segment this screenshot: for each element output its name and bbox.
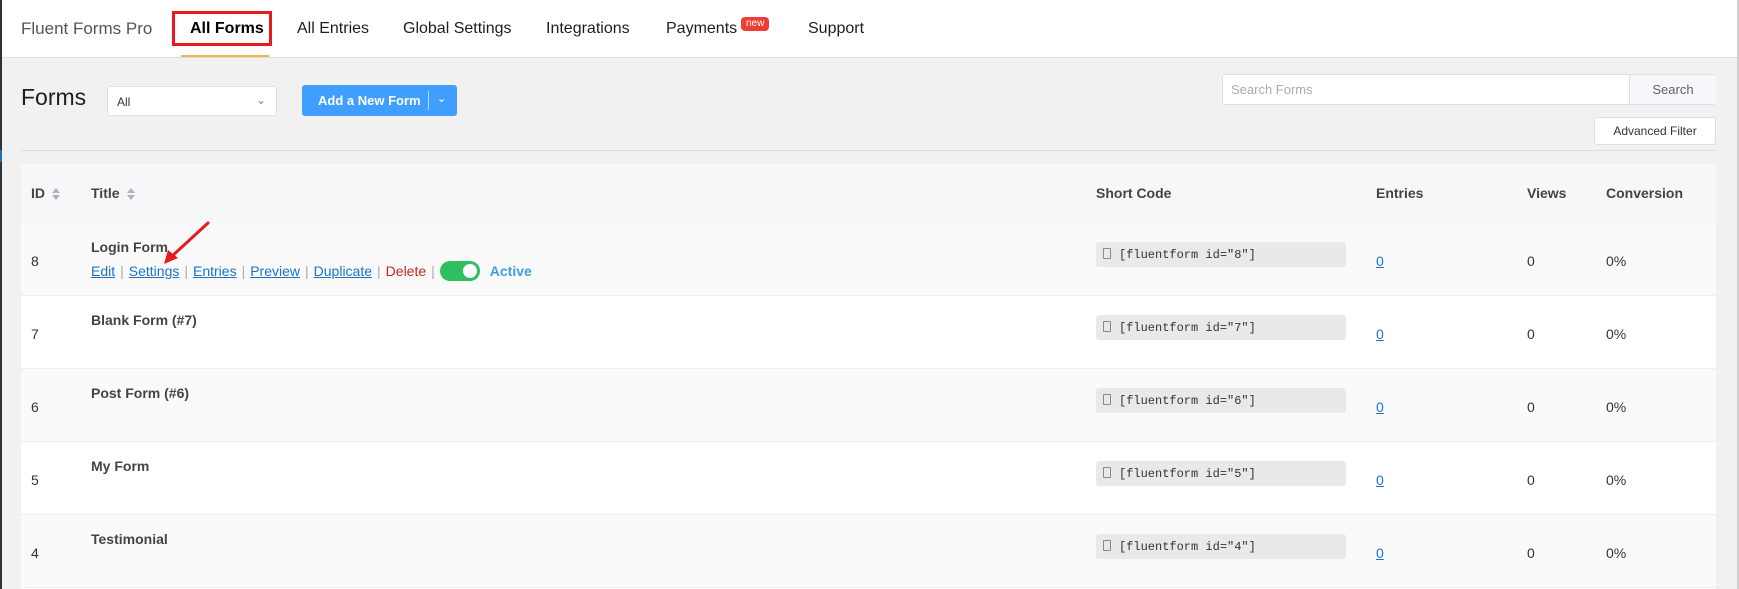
form-id: 6: [31, 399, 39, 415]
settings-link[interactable]: Settings: [129, 263, 180, 279]
divider: [21, 150, 1716, 151]
shortcode-chip[interactable]: [fluentform id="8"]: [1096, 242, 1346, 267]
table-row: 6 Post Form (#6) [fluentform id="6"] 0 0…: [21, 369, 1716, 442]
column-header-entries: Entries: [1376, 185, 1424, 201]
conversion-rate: 0%: [1606, 326, 1627, 342]
form-id: 4: [31, 545, 39, 561]
status-toggle[interactable]: [439, 260, 480, 281]
column-header-views: Views: [1527, 185, 1567, 201]
views-count: 0: [1527, 399, 1535, 415]
entries-link[interactable]: Entries: [193, 263, 237, 279]
brand-label: Fluent Forms Pro: [21, 19, 153, 38]
column-header-id[interactable]: ID: [31, 185, 61, 201]
table-header: ID Title Short Code Entries Views Conver…: [21, 164, 1716, 224]
conversion-rate: 0%: [1606, 399, 1627, 415]
document-icon: [1103, 394, 1111, 405]
table-row: 8 Login Form Edit | Settings | Entries | Previ…: [21, 223, 1716, 296]
active-tab-indicator: [181, 55, 269, 57]
search-box: Search: [1222, 74, 1716, 105]
entries-count-link[interactable]: 0: [1376, 545, 1384, 561]
shortcode-chip[interactable]: [fluentform id="4"]: [1096, 534, 1346, 559]
entries-count-link[interactable]: 0: [1376, 399, 1384, 415]
table-row: 5 My Form [fluentform id="5"] 0 0 0%: [21, 442, 1716, 515]
duplicate-link[interactable]: Duplicate: [314, 263, 372, 279]
sort-icon[interactable]: [52, 187, 61, 201]
form-id: 8: [31, 253, 39, 269]
form-id: 7: [31, 326, 39, 342]
views-count: 0: [1527, 253, 1535, 269]
conversion-rate: 0%: [1606, 253, 1627, 269]
views-count: 0: [1527, 472, 1535, 488]
preview-link[interactable]: Preview: [250, 263, 300, 279]
conversion-rate: 0%: [1606, 472, 1627, 488]
advanced-filter-button[interactable]: Advanced Filter: [1594, 117, 1716, 145]
status-filter-select[interactable]: All ⌄: [107, 86, 277, 116]
highlight-box: [172, 11, 272, 46]
shortcode-chip[interactable]: [fluentform id="7"]: [1096, 315, 1346, 340]
page-title: Forms: [21, 84, 87, 110]
add-new-form-button[interactable]: Add a New Form ⌄: [302, 85, 457, 116]
form-title[interactable]: Login Form: [91, 239, 168, 255]
top-nav: Fluent Forms Pro All Forms All Entries G…: [2, 0, 1737, 58]
form-title[interactable]: My Form: [91, 458, 149, 474]
annotation-arrow-icon: [164, 221, 210, 264]
form-title[interactable]: Testimonial: [91, 531, 168, 547]
document-icon: [1103, 540, 1111, 551]
views-count: 0: [1527, 326, 1535, 342]
delete-link[interactable]: Delete: [386, 263, 426, 279]
edit-link[interactable]: Edit: [91, 263, 115, 279]
forms-table: ID Title Short Code Entries Views Conver…: [21, 164, 1716, 589]
entries-count-link[interactable]: 0: [1376, 472, 1384, 488]
form-title[interactable]: Post Form (#6): [91, 385, 189, 401]
form-title[interactable]: Blank Form (#7): [91, 312, 197, 328]
sort-icon[interactable]: [126, 187, 136, 201]
column-header-shortcode: Short Code: [1096, 185, 1172, 201]
filter-value: All: [117, 95, 131, 109]
search-button[interactable]: Search: [1629, 75, 1716, 104]
nav-tab-all-entries[interactable]: All Entries: [297, 20, 369, 38]
column-header-title[interactable]: Title: [91, 185, 136, 201]
form-id: 5: [31, 472, 39, 488]
entries-count-link[interactable]: 0: [1376, 326, 1384, 342]
document-icon: [1103, 321, 1111, 332]
table-row: 7 Blank Form (#7) [fluentform id="7"] 0 …: [21, 296, 1716, 369]
button-divider: [428, 91, 429, 110]
admin-sidebar-edge: [0, 0, 2, 589]
shortcode-chip[interactable]: [fluentform id="6"]: [1096, 388, 1346, 413]
add-new-form-label: Add a New Form: [318, 93, 421, 108]
search-input[interactable]: [1223, 75, 1629, 104]
chevron-down-icon: ⌄: [255, 93, 266, 107]
document-icon: [1103, 467, 1111, 478]
status-label: Active: [489, 263, 532, 279]
nav-tab-global-settings[interactable]: Global Settings: [403, 20, 512, 38]
row-actions: Edit | Settings | Entries | Preview | Duplicate |…: [91, 260, 532, 281]
new-badge: new: [741, 17, 770, 31]
views-count: 0: [1527, 545, 1535, 561]
shortcode-chip[interactable]: [fluentform id="5"]: [1096, 461, 1346, 486]
nav-tab-payments[interactable]: Payments: [666, 20, 737, 38]
nav-tab-support[interactable]: Support: [808, 20, 864, 38]
conversion-rate: 0%: [1606, 545, 1627, 561]
column-header-conversion: Conversion: [1606, 185, 1684, 201]
entries-count-link[interactable]: 0: [1376, 253, 1384, 269]
nav-tab-integrations[interactable]: Integrations: [546, 20, 630, 38]
table-row: 4 Testimonial [fluentform id="4"] 0 0 0%: [21, 515, 1716, 588]
document-icon: [1103, 248, 1111, 259]
chevron-down-icon[interactable]: ⌄: [437, 92, 446, 105]
